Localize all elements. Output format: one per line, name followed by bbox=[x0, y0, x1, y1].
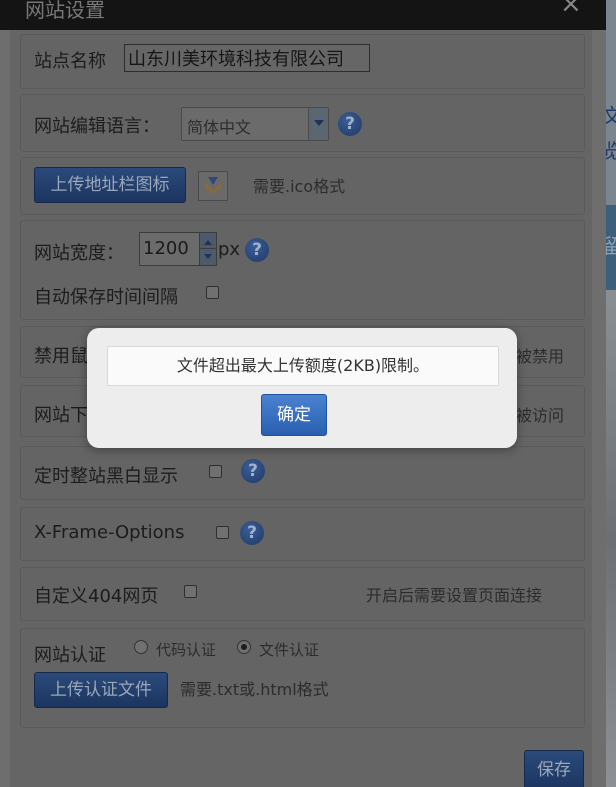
verification-section: 网站认证 代码认证 文件认证 上传认证文件 需要.txt或.html格式 bbox=[20, 628, 585, 728]
xframe-section: X-Frame-Options ? bbox=[20, 507, 585, 561]
width-section: 网站宽度： 1200 px ? 自动保存时间间隔 bbox=[20, 220, 585, 320]
save-button[interactable]: 保存 bbox=[524, 750, 584, 787]
grayscale-section: 定时整站黑白显示 ? bbox=[20, 446, 585, 500]
favicon-section: 上传地址栏图标 需要.ico格式 bbox=[20, 157, 585, 215]
site-name-label: 站点名称 bbox=[34, 51, 106, 72]
favicon-hint: 需要.ico格式 bbox=[253, 177, 346, 196]
custom404-label: 自定义404网页 bbox=[34, 586, 159, 607]
edit-language-label: 网站编辑语言： bbox=[34, 116, 160, 137]
increment-icon[interactable] bbox=[199, 233, 216, 249]
edit-language-section: 网站编辑语言： 简体中文 ? bbox=[20, 94, 585, 152]
help-icon[interactable]: ? bbox=[245, 238, 269, 262]
site-name-input[interactable]: 山东川美环境科技有限公司 bbox=[124, 44, 370, 72]
site-width-value: 1200 bbox=[143, 238, 189, 259]
favicon-preview bbox=[198, 171, 228, 201]
chevron-down-icon[interactable] bbox=[308, 108, 328, 140]
site-width-label: 网站宽度： bbox=[34, 243, 124, 264]
custom404-checkbox[interactable] bbox=[184, 585, 197, 598]
autosave-label: 自动保存时间间隔 bbox=[34, 287, 178, 308]
verification-label: 网站认证 bbox=[34, 645, 106, 666]
custom404-hint: 开启后需要设置页面连接 bbox=[366, 586, 543, 605]
upload-favicon-button[interactable]: 上传地址栏图标 bbox=[34, 167, 186, 203]
help-icon[interactable]: ? bbox=[338, 112, 362, 136]
radio-file-verify[interactable] bbox=[237, 640, 251, 654]
language-select-value: 简体中文 bbox=[187, 118, 252, 137]
xframe-label: X-Frame-Options bbox=[34, 522, 185, 543]
screen: 文 览 留 网站设置 × 站点名称 山东川美环境科技有限公司 网站编辑语言： 简… bbox=[0, 0, 616, 787]
favicon-logo-icon bbox=[205, 177, 221, 194]
decrement-icon[interactable] bbox=[199, 249, 216, 265]
close-icon[interactable]: × bbox=[560, 0, 582, 17]
grayscale-checkbox[interactable] bbox=[209, 465, 222, 478]
custom404-section: 自定义404网页 开启后需要设置页面连接 bbox=[20, 567, 585, 621]
radio-code-verify[interactable] bbox=[134, 640, 148, 654]
verification-hint: 需要.txt或.html格式 bbox=[180, 680, 329, 699]
disable-label: 禁用鼠 bbox=[34, 346, 88, 367]
help-icon[interactable]: ? bbox=[241, 459, 265, 483]
dialog-titlebar: 网站设置 × bbox=[0, 0, 606, 30]
autosave-checkbox[interactable] bbox=[206, 286, 219, 299]
disable-hint: 被禁用 bbox=[516, 347, 565, 366]
site-access-hint: 被访问 bbox=[516, 406, 565, 425]
confirm-button[interactable]: 确定 bbox=[261, 394, 327, 436]
stepper-buttons bbox=[199, 233, 216, 265]
xframe-checkbox[interactable] bbox=[216, 526, 229, 539]
site-width-stepper[interactable]: 1200 bbox=[139, 232, 217, 266]
site-access-label: 网站下 bbox=[34, 405, 88, 426]
alert-message: 文件超出最大上传额度(2KB)限制。 bbox=[107, 346, 499, 386]
upload-verification-button[interactable]: 上传认证文件 bbox=[34, 672, 168, 708]
language-select[interactable]: 简体中文 bbox=[181, 107, 329, 141]
grayscale-label: 定时整站黑白显示 bbox=[34, 466, 178, 487]
dialog-title: 网站设置 bbox=[25, 0, 105, 22]
alert-dialog: 文件超出最大上传额度(2KB)限制。 确定 bbox=[87, 328, 517, 448]
radio-file-verify-label: 文件认证 bbox=[259, 641, 320, 659]
radio-code-verify-label: 代码认证 bbox=[156, 641, 217, 659]
help-icon[interactable]: ? bbox=[240, 521, 264, 545]
site-name-section: 站点名称 山东川美环境科技有限公司 bbox=[20, 34, 585, 89]
site-width-unit: px bbox=[218, 239, 241, 260]
